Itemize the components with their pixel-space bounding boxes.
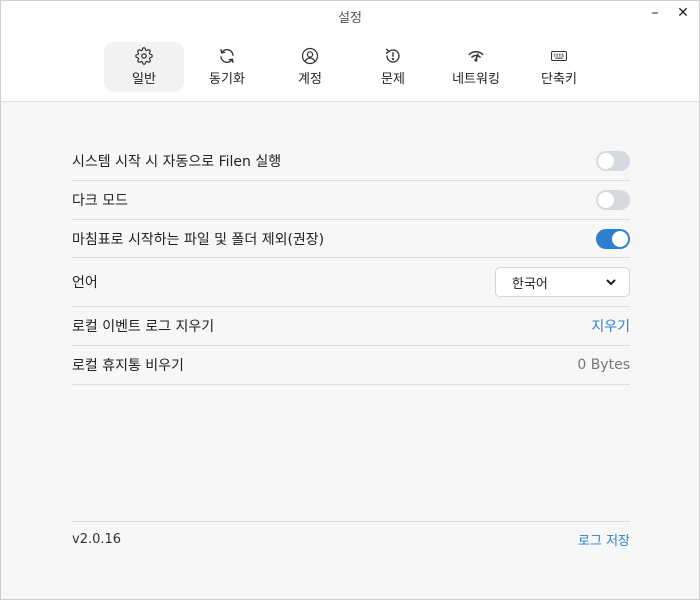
dark-mode-toggle[interactable] [596, 190, 630, 210]
setting-language: 언어 한국어 [72, 258, 630, 307]
launch-at-startup-toggle[interactable] [596, 151, 630, 171]
settings-tabs: 일반 동기화 계정 문제 네트워킹 단축키 [104, 42, 602, 92]
footer: v2.0.16 로그 저장 [72, 521, 630, 549]
language-label: 언어 [72, 275, 98, 291]
setting-launch-at-startup: 시스템 시작 시 자동으로 Filen 실행 [72, 142, 630, 181]
chevron-down-icon [606, 279, 616, 285]
save-logs-button[interactable]: 로그 저장 [578, 530, 630, 549]
tab-shortcuts[interactable]: 단축키 [519, 42, 599, 92]
language-select[interactable]: 한국어 [495, 267, 630, 297]
issues-icon [385, 48, 400, 63]
gear-icon [135, 47, 153, 65]
settings-window: 설정 – ✕ 일반 동기화 계정 문제 네트워킹 단축키 시스템 시작 시 자동… [0, 0, 700, 600]
toggle-knob [598, 192, 614, 208]
tab-general-label: 일반 [132, 72, 156, 87]
tab-account-label: 계정 [298, 72, 322, 87]
tab-general[interactable]: 일반 [104, 42, 184, 92]
tab-account[interactable]: 계정 [270, 42, 350, 92]
network-icon [468, 51, 484, 62]
clear-logs-button[interactable]: 지우기 [591, 316, 630, 336]
launch-at-startup-label: 시스템 시작 시 자동으로 Filen 실행 [72, 154, 282, 170]
keyboard-icon [550, 50, 568, 62]
exclude-dot-files-label: 마침표로 시작하는 파일 및 폴더 제외(권장) [72, 231, 325, 248]
window-title: 설정 [338, 11, 362, 26]
tab-networking-label: 네트워킹 [452, 72, 500, 87]
account-icon [301, 47, 319, 65]
title-bar: 설정 – ✕ 일반 동기화 계정 문제 네트워킹 단축키 [1, 1, 699, 102]
tab-sync-label: 동기화 [209, 72, 245, 87]
empty-trash-label: 로컬 휴지통 비우기 [72, 358, 184, 374]
dark-mode-label: 다크 모드 [72, 193, 128, 209]
minimize-icon[interactable]: – [646, 5, 664, 21]
setting-empty-trash: 로컬 휴지통 비우기 0 Bytes [72, 346, 630, 385]
setting-clear-logs: 로컬 이벤트 로그 지우기 지우기 [72, 307, 630, 346]
tab-shortcuts-label: 단축키 [541, 72, 577, 87]
setting-exclude-dot-files: 마침표로 시작하는 파일 및 폴더 제외(권장) [72, 220, 630, 258]
tab-issues-label: 문제 [381, 72, 405, 87]
tab-networking[interactable]: 네트워킹 [436, 42, 516, 92]
general-settings: 시스템 시작 시 자동으로 Filen 실행 다크 모드 마침표로 시작하는 파… [72, 142, 630, 385]
sync-icon [220, 48, 234, 64]
exclude-dot-files-toggle[interactable] [596, 228, 630, 249]
toggle-knob [598, 153, 614, 169]
close-icon[interactable]: ✕ [674, 5, 692, 21]
trash-size: 0 Bytes [577, 357, 630, 373]
tab-sync[interactable]: 동기화 [187, 42, 267, 92]
clear-logs-label: 로컬 이벤트 로그 지우기 [72, 319, 215, 335]
app-version: v2.0.16 [72, 532, 122, 547]
setting-dark-mode: 다크 모드 [72, 181, 630, 220]
language-select-value: 한국어 [512, 276, 548, 292]
toggle-knob [612, 230, 628, 247]
tab-issues[interactable]: 문제 [353, 42, 433, 92]
